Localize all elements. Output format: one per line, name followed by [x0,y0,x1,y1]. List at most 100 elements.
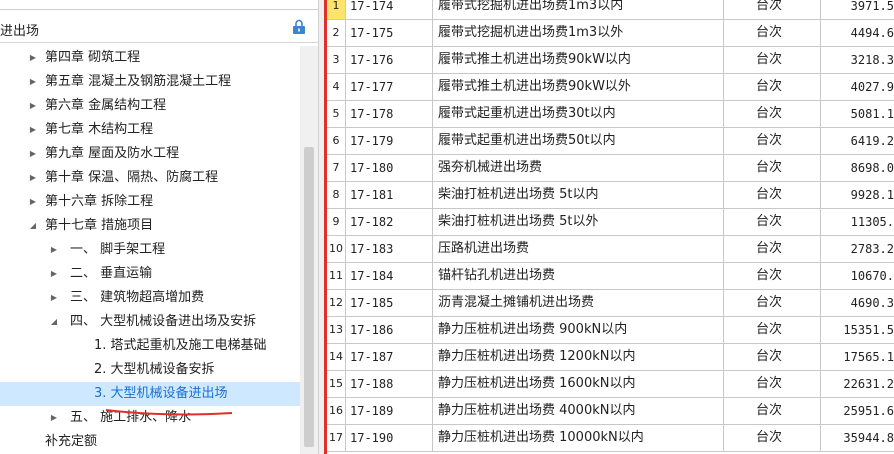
table-row[interactable]: 6 17-179 履带式起重机进出场费50t以内 台次 6419.2 [327,128,894,155]
quota-code: 17-178 [346,101,433,127]
tree-item[interactable]: ▶ 二、 垂直运输 [0,262,300,286]
expand-arrow-icon[interactable]: ▶ [27,166,39,190]
tree-scrollbar-thumb[interactable] [304,147,314,447]
quota-price: 22631.2 [843,377,894,391]
tree-item-label: 一、 脚手架工程 [70,242,166,257]
quota-code: 17-176 [346,47,433,73]
tree-item[interactable]: 3. 大型机械设备进出场 [0,382,300,406]
table-row[interactable]: 3 17-176 履带式推土机进出场费90kW以内 台次 3218.3 [327,47,894,74]
expand-arrow-icon[interactable]: ▶ [27,190,39,214]
table-row[interactable]: 8 17-181 柴油打桩机进出场费 5t以内 台次 9928.1 [327,182,894,209]
quota-price: 10670. [850,269,894,283]
quota-name: 沥青混凝土摊铺机进出场费 [434,290,724,316]
row-number: 11 [327,263,346,289]
quota-code: 17-187 [346,344,433,370]
expand-arrow-icon[interactable]: ▶ [48,262,60,286]
quota-unit: 台次 [725,398,821,424]
quota-code: 17-186 [346,317,433,343]
quota-name: 履带式推土机进出场费90kW以外 [434,74,724,100]
table-row[interactable]: 10 17-183 压路机进出场费 台次 2783.2 [327,236,894,263]
table-row[interactable]: 16 17-189 静力压桩机进出场费 4000kN以内 台次 25951.6 [327,398,894,425]
expand-arrow-icon[interactable]: ▶ [27,142,39,166]
table-row[interactable]: 13 17-186 静力压桩机进出场费 900kN以内 台次 15351.5 [327,317,894,344]
tree-item-label: 第十六章 拆除工程 [45,194,154,209]
quota-price: 17565.1 [843,350,894,364]
expand-arrow-icon[interactable]: ▶ [27,118,39,142]
quota-code: 17-189 [346,398,433,424]
tree-item[interactable]: ▶ 第九章 屋面及防水工程 [0,142,300,166]
table-row[interactable]: 15 17-188 静力压桩机进出场费 1600kN以内 台次 22631.2 [327,371,894,398]
tree-item-label: 第四章 砌筑工程 [45,50,141,65]
expand-arrow-icon[interactable]: ▶ [27,70,39,94]
quota-name: 柴油打桩机进出场费 5t以外 [434,209,724,235]
collapse-arrow-icon[interactable]: ◢ [27,214,39,238]
quota-code: 17-185 [346,290,433,316]
quota-name: 履带式挖掘机进出场费1m3以内 [434,0,724,19]
table-row[interactable]: 11 17-184 锚杆钻孔机进出场费 台次 10670. [327,263,894,290]
quota-unit: 台次 [725,20,821,46]
row-number: 14 [327,344,346,370]
collapse-arrow-icon[interactable]: ◢ [48,310,60,334]
expand-arrow-icon[interactable]: ▶ [27,46,39,70]
row-number: 17 [327,425,346,451]
quota-name: 静力压桩机进出场费 900kN以内 [434,317,724,343]
quota-price: 4027.9 [850,80,894,94]
tree-item[interactable]: ▶ 一、 脚手架工程 [0,238,300,262]
row-number: 1 [327,0,346,19]
table-row[interactable]: 9 17-182 柴油打桩机进出场费 5t以外 台次 11305. [327,209,894,236]
quota-name: 柴油打桩机进出场费 5t以内 [434,182,724,208]
row-number: 3 [327,47,346,73]
expand-arrow-icon[interactable]: ▶ [27,94,39,118]
quota-code: 17-181 [346,182,433,208]
quota-code: 17-175 [346,20,433,46]
tree-item[interactable]: 1. 塔式起重机及施工电梯基础 [0,334,300,358]
table-row[interactable]: 4 17-177 履带式推土机进出场费90kW以外 台次 4027.9 [327,74,894,101]
quota-code: 17-180 [346,155,433,181]
table-row[interactable]: 14 17-187 静力压桩机进出场费 1200kN以内 台次 17565.1 [327,344,894,371]
tree-item[interactable]: ▶ 第六章 金属结构工程 [0,94,300,118]
tree-item[interactable]: ▶ 第四章 砌筑工程 [0,46,300,70]
quota-unit: 台次 [725,155,821,181]
quota-price: 15351.5 [843,323,894,337]
quota-name: 锚杆钻孔机进出场费 [434,263,724,289]
expand-arrow-icon[interactable]: ▶ [48,286,60,310]
quota-price: 4690.3 [850,296,894,310]
quota-price: 8698.0 [850,161,894,175]
tree-item[interactable]: ▶ 第七章 木结构工程 [0,118,300,142]
quota-code: 17-177 [346,74,433,100]
quota-name: 履带式起重机进出场费50t以内 [434,128,724,154]
tree-item[interactable]: ◢ 第十七章 措施项目 [0,214,300,238]
quota-name: 静力压桩机进出场费 1200kN以内 [434,344,724,370]
expand-arrow-icon[interactable]: ▶ [48,406,60,430]
lock-icon[interactable] [291,19,307,35]
table-row[interactable]: 1 17-174 履带式挖掘机进出场费1m3以内 台次 3971.5 [327,0,894,20]
quota-code: 17-184 [346,263,433,289]
tree-item-label: 第五章 混凝土及钢筋混凝土工程 [45,74,232,89]
expand-arrow-icon[interactable]: ▶ [48,238,60,262]
quota-price: 6419.2 [850,134,894,148]
tree-item[interactable]: ▶ 第十六章 拆除工程 [0,190,300,214]
tree-item[interactable]: 补充定额 [0,430,300,454]
table-row[interactable]: 12 17-185 沥青混凝土摊铺机进出场费 台次 4690.3 [327,290,894,317]
tree-item[interactable]: 2. 大型机械设备安拆 [0,358,300,382]
row-number: 4 [327,74,346,100]
quota-price: 25951.6 [843,404,894,418]
table-row[interactable]: 7 17-180 强夯机械进出场费 台次 8698.0 [327,155,894,182]
tree-item[interactable]: ◢ 四、 大型机械设备进出场及安拆 [0,310,300,334]
table-row[interactable]: 17 17-190 静力压桩机进出场费 10000kN以内 台次 35944.8 [327,425,894,452]
quota-unit: 台次 [725,182,821,208]
tree-item[interactable]: ▶ 三、 建筑物超高增加费 [0,286,300,310]
tree-item[interactable]: ▶ 第十章 保温、隔热、防腐工程 [0,166,300,190]
table-row[interactable]: 5 17-178 履带式起重机进出场费30t以内 台次 5081.1 [327,101,894,128]
row-number: 15 [327,371,346,397]
row-number: 5 [327,101,346,127]
tree-item-label: 1. 塔式起重机及施工电梯基础 [94,338,267,353]
tree-item-label: 第十七章 措施项目 [45,218,154,233]
tree-item-label: 第七章 木结构工程 [45,122,154,137]
table-row[interactable]: 2 17-175 履带式挖掘机进出场费1m3以外 台次 4494.6 [327,20,894,47]
panel-header: 进出场 [0,14,318,43]
tree-item[interactable]: ▶ 第五章 混凝土及钢筋混凝土工程 [0,70,300,94]
quota-name: 静力压桩机进出场费 1600kN以内 [434,371,724,397]
row-number: 6 [327,128,346,154]
red-underline-annotation [105,409,233,416]
